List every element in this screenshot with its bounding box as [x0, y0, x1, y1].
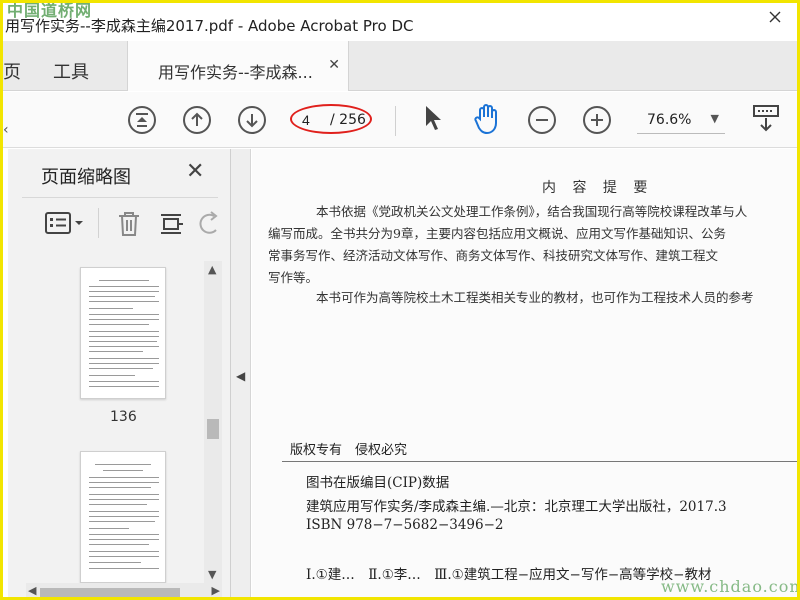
page-insert-icon [161, 214, 183, 234]
scroll-down-icon[interactable]: ▼ [208, 568, 216, 581]
summary-line: 本书依据《党政机关公文处理工作条例》，结合我国现行高等院校课程改革与人 [316, 204, 748, 219]
section-heading: 内 容 提 要 [542, 180, 654, 196]
page-navigator: / 256 [290, 104, 380, 136]
document-view[interactable]: 内 容 提 要 本书依据《党政机关公文处理工作条例》，结合我国现行高等院校课程改… [252, 149, 797, 597]
toolbar: ‹ / 256 76.6% ▼ [3, 92, 797, 148]
thumbnail-horizontal-scrollbar[interactable]: ◀ ▶ [26, 583, 222, 597]
select-tool-button[interactable] [421, 102, 445, 138]
scroll-right-icon[interactable]: ▶ [212, 584, 220, 597]
summary-line: 写作等。 [268, 270, 319, 285]
insert-page-button[interactable] [158, 210, 184, 236]
rule-divider [282, 461, 797, 462]
panel-toolbar-divider [98, 208, 99, 238]
panel-title: 页面缩略图 [41, 167, 131, 188]
scroll-left-icon[interactable]: ◀ [28, 584, 36, 597]
zoom-in-button[interactable] [583, 106, 611, 134]
tab-document[interactable]: 用写作实务--李成森... ✕ [127, 41, 349, 91]
thumbnail-panel: 页面缩略图 ✕ 136 ▲ ▼ ◀ ▶ [8, 149, 231, 597]
zoom-out-button[interactable] [528, 106, 556, 134]
keyboard-scroll-icon [753, 105, 779, 132]
window-close-icon[interactable] [767, 9, 785, 27]
arrow-down-icon [246, 114, 258, 128]
summary-line: 编写而成。全书共分为9章，主要内容包括应用文概说、应用文写作基础知识、公务 [268, 226, 726, 241]
thumbnail-vertical-scrollbar[interactable]: ▲ ▼ [204, 261, 222, 583]
app-window: 中国道桥网 用写作实务--李成森主编2017.pdf - Adobe Acrob… [0, 0, 800, 600]
first-page-button[interactable] [128, 106, 156, 134]
cip-isbn: ISBN 978−7−5682−3496−2 [306, 517, 504, 533]
zoom-in-icon [591, 114, 603, 126]
tab-document-label: 用写作实务--李成森... [158, 63, 313, 82]
rotate-icon [199, 211, 218, 234]
first-page-icon [136, 113, 148, 127]
chevron-down-icon: ▼ [710, 112, 719, 125]
trash-icon [119, 212, 139, 236]
tab-bar: 页 工具 用写作实务--李成森... ✕ [3, 41, 797, 91]
next-page-button[interactable] [238, 106, 266, 134]
page-thumbnail[interactable] [80, 451, 166, 583]
delete-page-button[interactable] [116, 210, 142, 236]
arrow-up-icon [191, 112, 203, 126]
pointer-icon [426, 106, 441, 130]
collapse-left-icon[interactable]: ◀ [236, 369, 245, 383]
summary-line: 常事务写作、经济活动文体写作、商务文体写作、科技研究文体写作、建筑工程文 [268, 248, 719, 263]
zoom-value: 76.6% [647, 112, 692, 128]
scrollbar-thumb[interactable] [40, 588, 180, 597]
tab-close-icon[interactable]: ✕ [328, 57, 340, 73]
rotate-page-button[interactable] [198, 210, 220, 236]
zoom-select[interactable]: 76.6% ▼ [637, 110, 725, 134]
watermark-url: www.chdao.com [661, 577, 800, 596]
watermark-logo-text: 中国道桥网 [7, 1, 93, 20]
previous-page-button[interactable] [183, 106, 211, 134]
keyboard-tool-button[interactable] [751, 102, 781, 140]
cip-line: 建筑应用写作实务/李成森主编.—北京：北京理工大学出版社，2017.3 [306, 499, 727, 515]
pdf-page: 内 容 提 要 本书依据《党政机关公文处理工作条例》，结合我国现行高等院校课程改… [252, 149, 797, 597]
thumbnail-page-number: 136 [110, 409, 137, 425]
page-thumbnail[interactable] [80, 267, 166, 399]
panel-collapse-strip[interactable]: ◀ [231, 149, 251, 597]
tab-tools[interactable]: 工具 [53, 58, 89, 84]
tab-home[interactable]: 页 [3, 58, 21, 84]
toolbar-divider [395, 106, 396, 136]
scroll-up-icon[interactable]: ▲ [208, 263, 216, 276]
hand-icon [474, 104, 497, 135]
options-list-icon [45, 212, 83, 234]
scrollbar-thumb[interactable] [207, 419, 219, 439]
page-number-input[interactable] [302, 110, 326, 130]
hand-tool-button[interactable] [471, 102, 503, 140]
title-bar: 用写作实务--李成森主编2017.pdf - Adobe Acrobat Pro… [3, 3, 797, 41]
copyright-notice: 版权专有 侵权必究 [290, 443, 408, 458]
cip-heading: 图书在版编目(CIP)数据 [306, 475, 450, 491]
summary-line: 本书可作为高等院校土木工程类相关专业的教材，也可作为工程技术人员的参考 [316, 290, 754, 305]
panel-close-icon[interactable]: ✕ [186, 159, 204, 184]
page-total: / 256 [330, 112, 366, 128]
zoom-out-icon [536, 119, 548, 121]
options-menu-button[interactable] [44, 210, 88, 236]
panel-toolbar [22, 197, 218, 247]
cip-classification: Ⅰ.①建… Ⅱ.①李… Ⅲ.①建筑工程−应用文−写作−高等学校−教材 [306, 567, 712, 583]
back-caret-icon[interactable]: ‹ [3, 122, 9, 138]
